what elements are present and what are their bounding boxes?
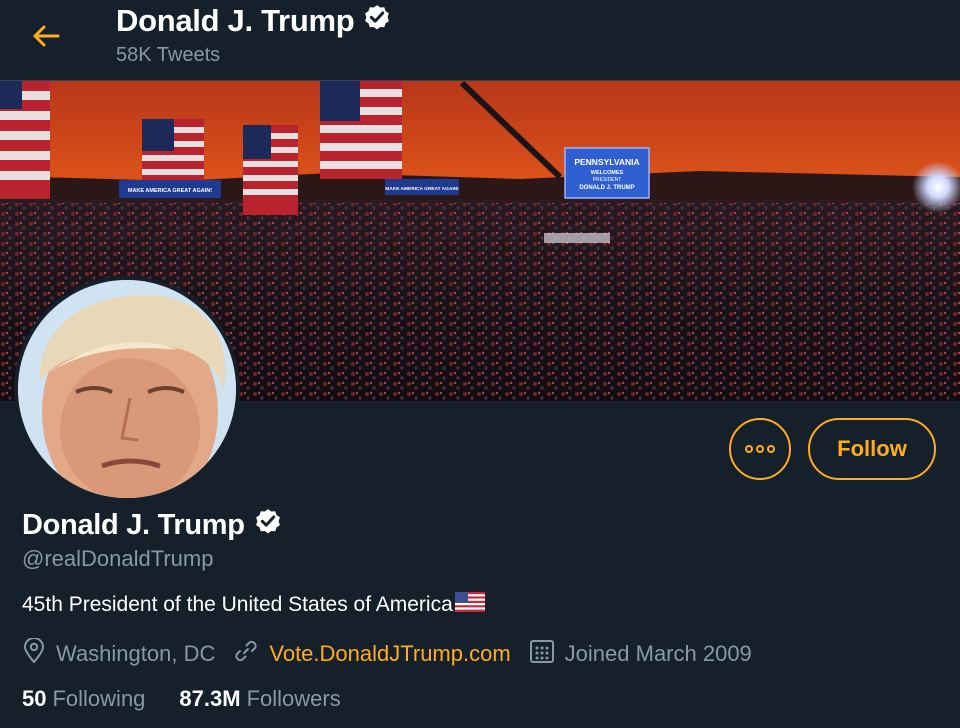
sign-mid-text: MAKE AMERICA GREAT AGAIN!	[385, 186, 459, 192]
sign-left-text: MAKE AMERICA GREAT AGAIN!	[128, 188, 212, 194]
followers-stat[interactable]: 87.3M Followers	[179, 686, 340, 712]
verified-badge-icon	[253, 506, 283, 544]
flag-banner-4	[320, 81, 402, 179]
header-name: Donald J. Trump	[116, 3, 355, 38]
calendar-icon	[529, 638, 565, 670]
profile-handle: @realDonaldTrump	[22, 546, 214, 571]
flag-banner-left	[0, 81, 50, 199]
maga-sign-mid: MAKE AMERICA GREAT AGAIN!	[385, 179, 459, 195]
flag-banner-3	[243, 125, 298, 215]
sign-line-1: PENNSYLVANIA	[574, 157, 639, 167]
sign-line-4: DONALD J. TRUMP	[579, 185, 634, 191]
website-link[interactable]: Vote.DonaldJTrump.com	[269, 641, 510, 667]
more-horizontal-icon	[745, 445, 775, 453]
maga-sign-left: MAKE AMERICA GREAT AGAIN!	[119, 180, 221, 198]
pennsylvania-sign: PENNSYLVANIA WELCOMES PRESIDENT DONALD J…	[564, 147, 650, 199]
website-item: Vote.DonaldJTrump.com	[233, 638, 511, 670]
profile-stats: 50 Following 87.3M Followers	[22, 686, 375, 712]
arrow-left-icon	[31, 24, 61, 53]
followers-label: Followers	[246, 686, 341, 711]
follow-button[interactable]: Follow	[808, 418, 936, 480]
avatar-image	[18, 280, 236, 498]
bio-text: 45th President of the United States of A…	[22, 593, 453, 616]
sign-line-3: PRESIDENT	[593, 177, 622, 183]
joined-item: Joined March 2009	[529, 638, 752, 670]
location-pin-icon	[22, 637, 56, 670]
profile-meta: Washington, DC Vote.DonaldJTrump.com Joi…	[22, 637, 770, 670]
top-header: Donald J. Trump 58K Tweets	[0, 0, 960, 81]
following-stat[interactable]: 50 Following	[22, 686, 145, 712]
profile-page: Donald J. Trump 58K Tweets MAKE AMERICA …	[0, 0, 960, 728]
us-flag-emoji	[454, 592, 485, 618]
location-text: Washington, DC	[56, 641, 216, 666]
back-button[interactable]	[22, 16, 70, 60]
header-title: Donald J. Trump	[116, 2, 392, 40]
more-options-button[interactable]	[729, 418, 791, 480]
sign-line-2: WELCOMES	[591, 170, 624, 176]
profile-bio: 45th President of the United States of A…	[22, 592, 485, 618]
following-count: 50	[22, 686, 47, 711]
location-item: Washington, DC	[22, 637, 216, 670]
profile-name-text: Donald J. Trump	[22, 508, 245, 541]
flag-banner-2	[142, 119, 204, 181]
profile-avatar[interactable]	[14, 276, 240, 502]
joined-text: Joined March 2009	[564, 641, 752, 666]
followers-count: 87.3M	[179, 686, 241, 711]
link-icon	[233, 638, 269, 670]
profile-name: Donald J. Trump	[22, 506, 283, 544]
verified-badge-icon	[362, 2, 392, 40]
tweet-count: 58K Tweets	[116, 44, 221, 66]
following-label: Following	[52, 686, 146, 711]
